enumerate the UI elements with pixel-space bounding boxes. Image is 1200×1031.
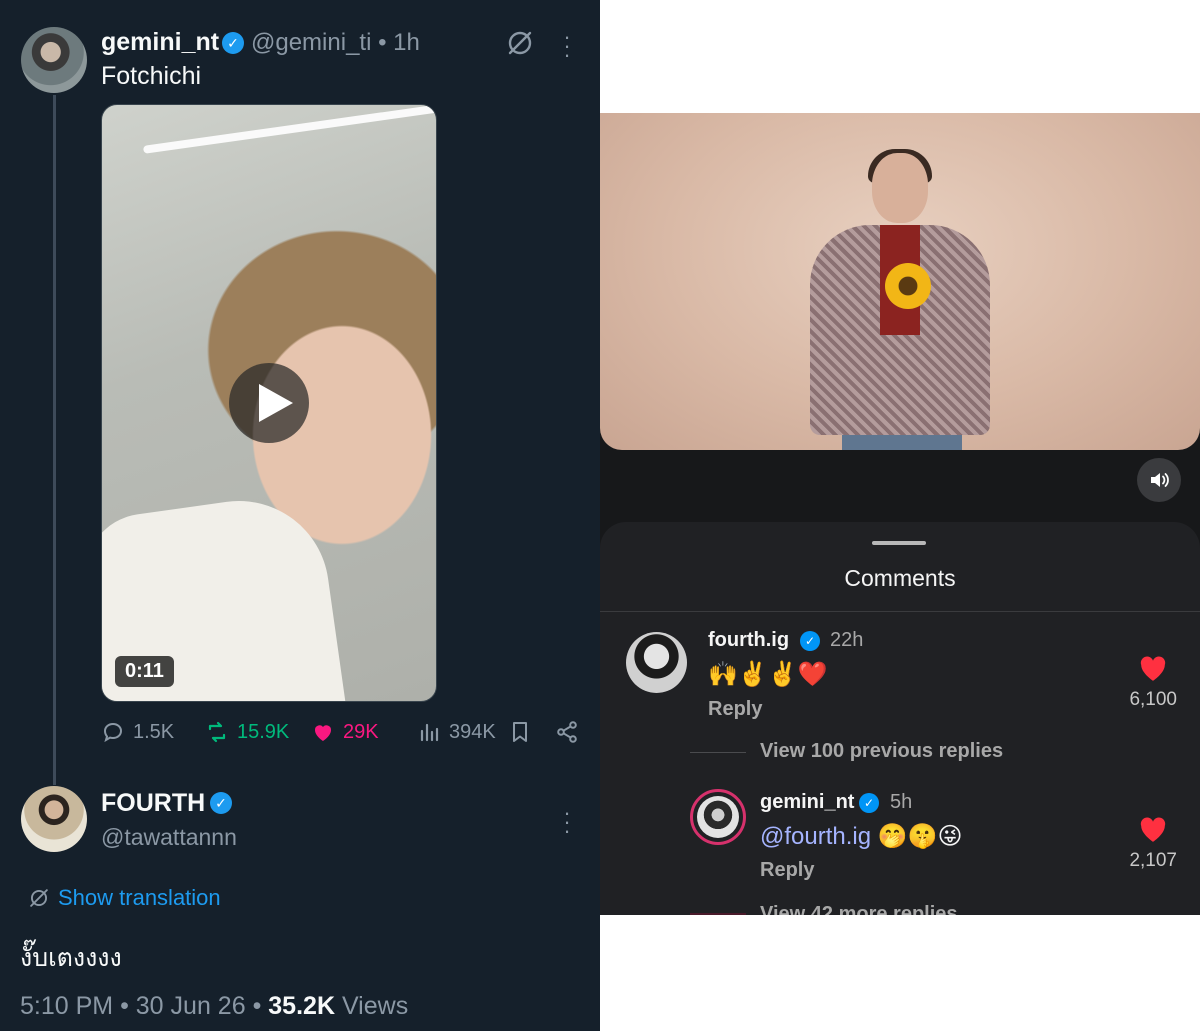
divider [600,611,1200,612]
tweet-views-count: 35.2K [268,992,335,1020]
instagram-reel-panel: Comments fourth.ig ✓ 22h 🙌✌️✌️❤️ Reply 6… [600,113,1200,915]
like-button[interactable]: 29K [311,720,379,744]
x-post-panel: gemini_nt ✓ @gemini_ti • 1h · · · Fotchich… [0,0,600,1031]
share-button[interactable] [555,720,579,744]
volume-icon [1151,473,1169,487]
video-player[interactable]: 0:11 [101,104,437,702]
comments-sheet: Comments fourth.ig ✓ 22h 🙌✌️✌️❤️ Reply 6… [600,522,1200,915]
comment-time: 22h [830,629,864,651]
reply-tweet-text: งั๊บเตงงงง [20,944,122,972]
reply-avatar-photo [697,796,739,838]
comment-reply-button[interactable]: Reply [708,698,762,721]
repost-button[interactable]: 15.9K [205,720,289,744]
more-icon[interactable]: · · · [562,26,572,66]
avatar[interactable] [21,27,87,93]
reply-count: 1.5K [133,720,175,743]
video-duration: 0:11 [115,656,174,687]
views-icon [420,723,439,742]
post-time: 1h [393,29,420,56]
show-translation-label: Show translation [58,885,221,910]
comments-title: Comments [844,565,956,591]
reply-emoji: 🤭🤫😜 [877,823,963,850]
reply-author-name[interactable]: FOURTH [101,789,205,818]
tweet-views-label: Views [341,992,409,1020]
sheet-grabber[interactable] [872,541,926,545]
thread-line [53,95,56,785]
share-icon [557,721,577,743]
replies-line [690,752,746,753]
verified-icon: ✓ [210,792,232,814]
tweet-date: 30 Jun 26 [135,992,246,1020]
views-count: 394K [449,720,496,743]
meta-separator: • [120,992,129,1020]
reply-icon [103,722,123,743]
volume-button[interactable] [1137,458,1181,502]
view-more-replies[interactable]: View 42 more replies [760,903,958,915]
bookmark-icon [513,722,527,742]
like-count: 29K [343,720,379,743]
play-button[interactable] [229,363,309,443]
heart-icon [314,725,332,741]
reply-text: @fourth.ig 🤭🤫😜 [760,822,963,851]
meta-separator: • [252,992,262,1020]
reply-author-handle[interactable]: @tawattannn [101,824,237,851]
tweet-meta: 5:10 PM • 30 Jun 26 • 35.2K Views [20,992,408,1021]
comment-username[interactable]: fourth.ig [708,629,789,652]
video-frame-detail [142,105,436,154]
grok-icon[interactable] [506,29,534,57]
heart-icon[interactable] [1138,656,1168,682]
translate-icon [30,889,48,907]
replies-line [690,913,746,915]
verified-icon: ✓ [800,631,820,651]
show-translation-link[interactable]: Show translation [28,885,221,911]
reply-avatar[interactable] [21,786,87,852]
author-name[interactable]: gemini_nt [101,28,219,57]
reel-video[interactable] [600,113,1200,450]
reel-person [800,149,1000,450]
more-icon[interactable]: · · · [562,802,572,842]
repost-icon [208,721,226,743]
verified-icon: ✓ [859,793,879,813]
repost-count: 15.9K [237,720,290,743]
view-previous-replies[interactable]: View 100 previous replies [760,740,1003,763]
tweet-time: 5:10 PM [20,992,114,1020]
mention-link[interactable]: @fourth.ig [760,823,871,850]
comment-avatar[interactable] [626,632,687,693]
reply-reply-button[interactable]: Reply [760,859,814,882]
views-button[interactable]: 394K [417,720,496,744]
author-handle-time[interactable]: @gemini_ti • 1h [251,29,420,57]
reply-time: 5h [890,791,913,813]
reel-head [872,153,928,223]
reply-username[interactable]: gemini_nt [760,791,854,814]
author-handle: @gemini_ti [251,29,372,56]
sunflower [885,263,931,309]
bookmark-button[interactable] [508,720,532,744]
reel-jeans [842,435,962,450]
verified-icon: ✓ [222,32,244,54]
reply-like-count: 2,107 [1129,850,1177,871]
comment-text: 🙌✌️✌️❤️ [708,661,828,688]
reply-avatar[interactable] [690,789,746,845]
reply-button[interactable]: 1.5K [101,720,174,744]
heart-icon[interactable] [1138,817,1168,843]
comment-like-count: 6,100 [1129,689,1177,710]
tweet-text: Fotchichi [101,62,202,90]
